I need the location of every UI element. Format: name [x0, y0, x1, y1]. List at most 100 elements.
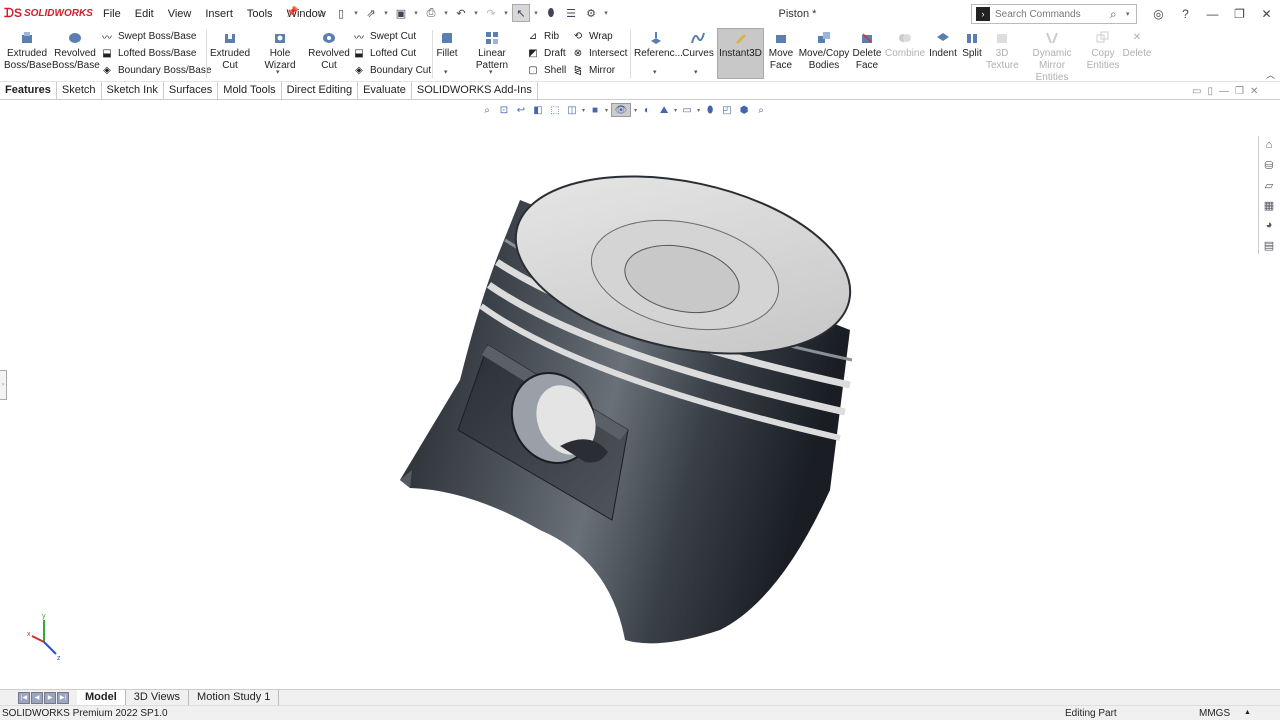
3d-texture-button[interactable]: 3D Texture	[986, 30, 1019, 72]
custom-properties-icon[interactable]: ▤	[1259, 236, 1279, 254]
instant3d-button[interactable]: Instant3D	[717, 30, 764, 60]
view-settings-dropdown-icon[interactable]: ▾	[697, 107, 700, 114]
save-dropdown-icon[interactable]: ▾	[412, 9, 420, 17]
view-cube-icon[interactable]: ◰	[720, 103, 734, 117]
split-button[interactable]: Split	[960, 30, 984, 60]
hide-show-items-icon[interactable]: 👁	[611, 103, 632, 117]
reference-geometry-button[interactable]: Referenc...	[634, 30, 683, 60]
unit-system-dropdown-icon[interactable]: ▲	[1244, 709, 1251, 716]
copy-entities-button[interactable]: Copy Entities	[1086, 30, 1120, 72]
pin-icon[interactable]: 📌	[286, 7, 298, 18]
view-palette-icon[interactable]: ▦	[1259, 196, 1279, 214]
tile-icon[interactable]: ▭	[1192, 86, 1201, 97]
revolved-boss-button[interactable]: Revolved Boss/Base	[52, 30, 100, 72]
tab-model[interactable]: Model	[77, 689, 126, 706]
zoom-icon[interactable]: ⌕	[754, 103, 768, 117]
linear-pattern-dropdown-icon[interactable]: ▾	[489, 68, 493, 76]
home-pane-icon[interactable]: ⌂	[1259, 136, 1279, 154]
section-view-icon[interactable]: ◧	[531, 103, 545, 117]
scene-dropdown-icon[interactable]: ▾	[674, 107, 677, 114]
search-icon[interactable]: ⌕	[1110, 7, 1126, 22]
doc-close-icon[interactable]: ✕	[1250, 86, 1258, 97]
new-dropdown-icon[interactable]: ▾	[352, 9, 360, 17]
wrap-button[interactable]: ⟲ Wrap	[571, 28, 613, 44]
print-dropdown-icon[interactable]: ▾	[442, 9, 450, 17]
new-document-icon[interactable]: ▯	[332, 4, 350, 22]
revolved-cut-button[interactable]: Revolved Cut	[308, 30, 350, 72]
first-tab-icon[interactable]: |◀	[18, 691, 30, 704]
prev-tab-icon[interactable]: ◀	[31, 691, 43, 704]
solidworks-logo[interactable]: ᗪS SOLIDWORKS	[4, 6, 93, 21]
tab-motion-study-1[interactable]: Motion Study 1	[189, 689, 280, 706]
fillet-button[interactable]: Fillet	[434, 30, 460, 60]
tab-sketch-ink[interactable]: Sketch Ink	[102, 81, 164, 100]
collapse-ribbon-icon[interactable]: ︿	[1266, 68, 1275, 81]
move-copy-bodies-button[interactable]: Move/Copy Bodies	[798, 30, 850, 72]
reference-dropdown-icon[interactable]: ▾	[653, 68, 657, 76]
isometric-icon[interactable]: ⬢	[737, 103, 751, 117]
extruded-cut-button[interactable]: Extruded Cut	[208, 30, 252, 72]
intersect-button[interactable]: ⊗ Intersect	[571, 45, 628, 61]
fillet-dropdown-icon[interactable]: ▾	[444, 68, 448, 76]
swept-cut-button[interactable]: 〰 Swept Cut	[352, 28, 416, 44]
curves-button[interactable]: Curves	[682, 30, 714, 60]
tab-direct-editing[interactable]: Direct Editing	[282, 81, 359, 100]
graphics-viewport[interactable]	[0, 118, 1256, 688]
undo-icon[interactable]: ↶	[452, 4, 470, 22]
open-dropdown-icon[interactable]: ▾	[382, 9, 390, 17]
shell-button[interactable]: ▢ Shell	[526, 62, 566, 78]
move-face-button[interactable]: Move Face	[766, 30, 796, 72]
help-icon[interactable]: ?	[1172, 4, 1199, 24]
home-icon[interactable]: ⌂	[312, 4, 330, 22]
options-dropdown-icon[interactable]: ▾	[602, 9, 610, 17]
tab-sketch[interactable]: Sketch	[57, 81, 102, 100]
select-pointer-icon[interactable]: ↖	[512, 4, 530, 22]
open-icon[interactable]: ⇗	[362, 4, 380, 22]
display-style-dropdown-icon[interactable]: ▾	[605, 107, 608, 114]
extruded-boss-button[interactable]: Extruded Boss/Base	[4, 30, 52, 72]
boundary-boss-button[interactable]: ◈ Boundary Boss/Base	[100, 62, 211, 78]
tab-evaluate[interactable]: Evaluate	[358, 81, 412, 100]
doc-restore-icon[interactable]: ❐	[1235, 86, 1244, 97]
dynamic-mirror-button[interactable]: Dynamic Mirror Entities	[1022, 30, 1082, 84]
file-explorer-icon[interactable]: ▱	[1259, 176, 1279, 194]
lofted-boss-button[interactable]: ⬓ Lofted Boss/Base	[100, 45, 196, 61]
menu-edit[interactable]: Edit	[128, 8, 161, 20]
dynamic-annotation-icon[interactable]: ⬚	[548, 103, 562, 117]
zoom-to-fit-icon[interactable]: ⌕	[480, 103, 494, 117]
select-dropdown-icon[interactable]: ▾	[532, 9, 540, 17]
options-gear-icon[interactable]: ⚙	[582, 4, 600, 22]
menu-file[interactable]: File	[96, 8, 128, 20]
curves-dropdown-icon[interactable]: ▾	[694, 68, 698, 76]
print-icon[interactable]: ⎙	[422, 4, 440, 22]
tab-features[interactable]: Features	[0, 81, 57, 100]
combine-button[interactable]: Combine	[884, 30, 926, 60]
draft-button[interactable]: ◩ Draft	[526, 45, 565, 61]
design-library-icon[interactable]: ⛁	[1259, 156, 1279, 174]
save-icon[interactable]: ▣	[392, 4, 410, 22]
zoom-to-area-icon[interactable]: ⊡	[497, 103, 511, 117]
tab-surfaces[interactable]: Surfaces	[164, 81, 219, 100]
view-orientation-dropdown-icon[interactable]: ▾	[582, 107, 585, 114]
swept-boss-button[interactable]: 〰 Swept Boss/Base	[100, 28, 196, 44]
redo-dropdown-icon[interactable]: ▾	[502, 9, 510, 17]
menu-insert[interactable]: Insert	[198, 8, 240, 20]
hole-wizard-dropdown-icon[interactable]: ▾	[276, 68, 280, 76]
close-icon[interactable]: ✕	[1253, 4, 1280, 24]
search-commands-field[interactable]: › Search Commands ⌕ ▾	[971, 4, 1137, 24]
search-dropdown-icon[interactable]: ▾	[1126, 10, 1136, 18]
restore-icon[interactable]: ❐	[1226, 4, 1253, 24]
last-tab-icon[interactable]: ▶|	[57, 691, 69, 704]
previous-view-icon[interactable]: ↩	[514, 103, 528, 117]
tab-solidworks-addins[interactable]: SOLIDWORKS Add-Ins	[412, 81, 538, 100]
traffic-icon[interactable]: ⬮	[703, 103, 717, 117]
hole-wizard-button[interactable]: Hole Wizard	[254, 30, 306, 72]
rib-button[interactable]: ⊿ Rib	[526, 28, 559, 44]
unit-system[interactable]: MMGS	[1199, 708, 1230, 719]
hide-show-dropdown-icon[interactable]: ▾	[634, 107, 637, 114]
restore-view-icon[interactable]: ▯	[1207, 86, 1213, 97]
doc-minimize-icon[interactable]: —	[1219, 86, 1229, 97]
piston-model[interactable]	[400, 148, 867, 644]
next-tab-icon[interactable]: ▶	[44, 691, 56, 704]
traffic-light-icon[interactable]: ⬮	[542, 4, 560, 22]
